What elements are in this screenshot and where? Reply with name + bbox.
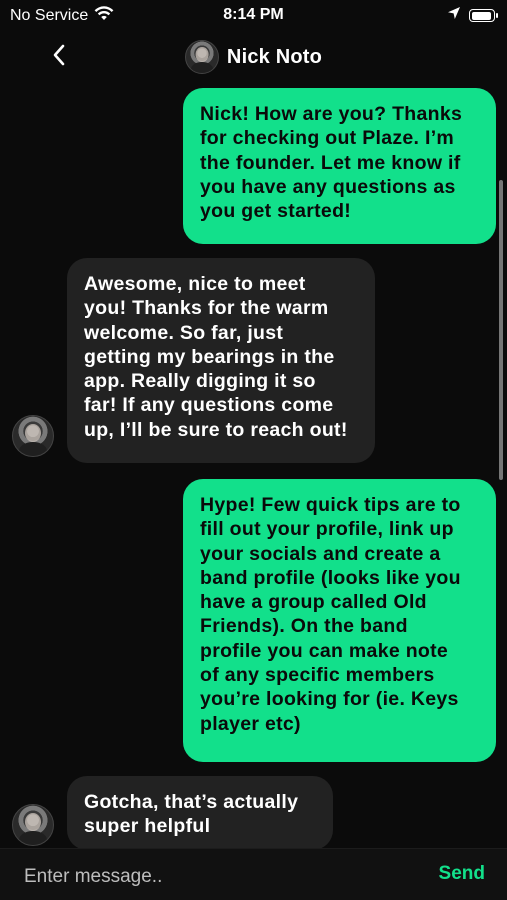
incoming-message-bubble: Gotcha, that’s actually super helpful	[67, 776, 333, 850]
outgoing-message-bubble: Nick! How are you? Thanks for checking o…	[183, 88, 496, 244]
message-line: player etc)	[200, 712, 301, 735]
message-line: up, I’ll be sure to reach out!	[84, 418, 348, 441]
message-line: band profile (looks like you	[200, 566, 461, 589]
message-line: getting my bearings in the	[84, 345, 335, 368]
message-line: far! If any questions come	[84, 394, 334, 417]
message-line: have a group called Old	[200, 591, 427, 614]
message-input[interactable]	[22, 861, 406, 893]
message-line: you have any questions as	[200, 175, 456, 198]
incoming-message-bubble: Awesome, nice to meet you! Thanks for th…	[67, 258, 375, 463]
message-line: profile you can make note	[200, 639, 449, 662]
status-right	[447, 6, 498, 25]
chat-screen: No Service 8:14 PM Nick Noto Nick! How a…	[0, 0, 507, 900]
message-line: Hype! Few quick tips are to	[200, 494, 461, 516]
message-line: for checking out Plaze. I’m	[200, 127, 455, 150]
contact-avatar	[184, 40, 219, 74]
message-line: welcome. So far, just	[84, 321, 284, 344]
battery-icon	[469, 9, 498, 22]
message-line: you get started!	[200, 200, 352, 223]
message-list: Nick! How are you? Thanks for checking o…	[0, 80, 507, 850]
send-button[interactable]: Send	[439, 863, 485, 885]
message-line: Gotcha, that’s actually	[84, 791, 299, 813]
outgoing-message-bubble: Hype! Few quick tips are to fill out you…	[183, 479, 496, 762]
message-line: fill out your profile, link up	[200, 518, 454, 541]
contact-name: Nick Noto	[226, 45, 323, 68]
message-composer: Send	[0, 848, 507, 900]
message-line: app. Really digging it so	[84, 370, 316, 393]
sender-avatar	[12, 415, 54, 457]
chat-header: Nick Noto	[0, 36, 507, 80]
message-line: super helpful	[84, 815, 211, 838]
message-line: your socials and create a	[200, 542, 441, 565]
status-time: 8:14 PM	[223, 6, 284, 23]
scrollbar[interactable]	[499, 180, 503, 480]
message-line: Nick! How are you? Thanks	[200, 103, 463, 125]
message-line: the founder. Let me know if	[200, 151, 461, 174]
message-line: you! Thanks for the warm	[84, 297, 329, 320]
message-line: of any specific members	[200, 664, 435, 687]
contact-header[interactable]: Nick Noto	[0, 40, 507, 74]
message-line: you’re looking for (ie. Keys	[200, 688, 459, 711]
message-line: Awesome, nice to meet	[84, 273, 306, 295]
sender-avatar	[12, 804, 54, 846]
status-bar: No Service 8:14 PM	[0, 0, 507, 30]
message-line: Friends). On the band	[200, 615, 408, 638]
location-arrow-icon	[447, 6, 461, 25]
